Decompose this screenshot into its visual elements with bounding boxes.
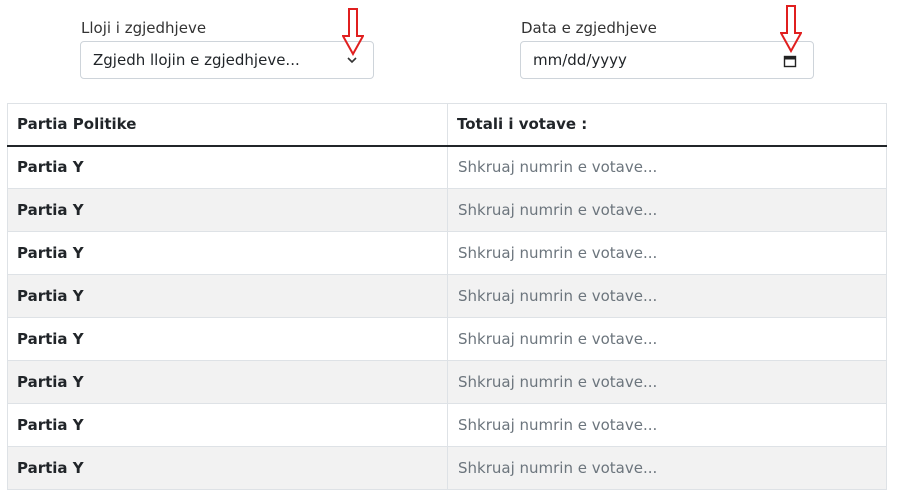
votes-input[interactable]: Shkruaj numrin e votave... xyxy=(447,188,887,232)
column-header-total-votes: Totali i votave : xyxy=(447,103,887,147)
election-type-selected-value: Zgjedh llojin e zgjedhjeve... xyxy=(93,51,300,69)
table-row: Partia Y Shkruaj numrin e votave... xyxy=(7,274,887,318)
party-name: Partia Y xyxy=(7,274,448,318)
party-name: Partia Y xyxy=(7,231,448,275)
votes-input[interactable]: Shkruaj numrin e votave... xyxy=(447,317,887,361)
election-type-label: Lloji i zgjedhjeve xyxy=(81,19,207,37)
red-arrow-annotation xyxy=(342,8,364,56)
table-row: Partia Y Shkruaj numrin e votave... xyxy=(7,188,887,232)
table-row: Partia Y Shkruaj numrin e votave... xyxy=(7,317,887,361)
votes-input[interactable]: Shkruaj numrin e votave... xyxy=(447,231,887,275)
party-name: Partia Y xyxy=(7,360,448,404)
party-name: Partia Y xyxy=(7,188,448,232)
election-date-input[interactable]: mm/dd/yyyy xyxy=(520,41,814,79)
party-name: Partia Y xyxy=(7,446,448,490)
election-date-label: Data e zgjedhjeve xyxy=(521,19,657,37)
table-row: Partia Y Shkruaj numrin e votave... xyxy=(7,360,887,404)
table-header-row: Partia Politike Totali i votave : xyxy=(7,103,887,147)
votes-input[interactable]: Shkruaj numrin e votave... xyxy=(447,274,887,318)
votes-table: Partia Politike Totali i votave : Partia… xyxy=(7,103,887,490)
party-name: Partia Y xyxy=(7,403,448,447)
party-name: Partia Y xyxy=(7,145,448,189)
table-row: Partia Y Shkruaj numrin e votave... xyxy=(7,446,887,490)
red-arrow-annotation xyxy=(780,5,802,53)
table-row: Partia Y Shkruaj numrin e votave... xyxy=(7,231,887,275)
party-name: Partia Y xyxy=(7,317,448,361)
election-type-select[interactable]: Zgjedh llojin e zgjedhjeve... xyxy=(80,41,374,79)
votes-input[interactable]: Shkruaj numrin e votave... xyxy=(447,446,887,490)
table-row: Partia Y Shkruaj numrin e votave... xyxy=(7,403,887,447)
votes-input[interactable]: Shkruaj numrin e votave... xyxy=(447,145,887,189)
election-date-placeholder: mm/dd/yyyy xyxy=(533,51,627,69)
votes-input[interactable]: Shkruaj numrin e votave... xyxy=(447,360,887,404)
calendar-icon[interactable] xyxy=(783,54,797,68)
column-header-party: Partia Politike xyxy=(7,103,448,147)
votes-input[interactable]: Shkruaj numrin e votave... xyxy=(447,403,887,447)
table-row: Partia Y Shkruaj numrin e votave... xyxy=(7,145,887,189)
